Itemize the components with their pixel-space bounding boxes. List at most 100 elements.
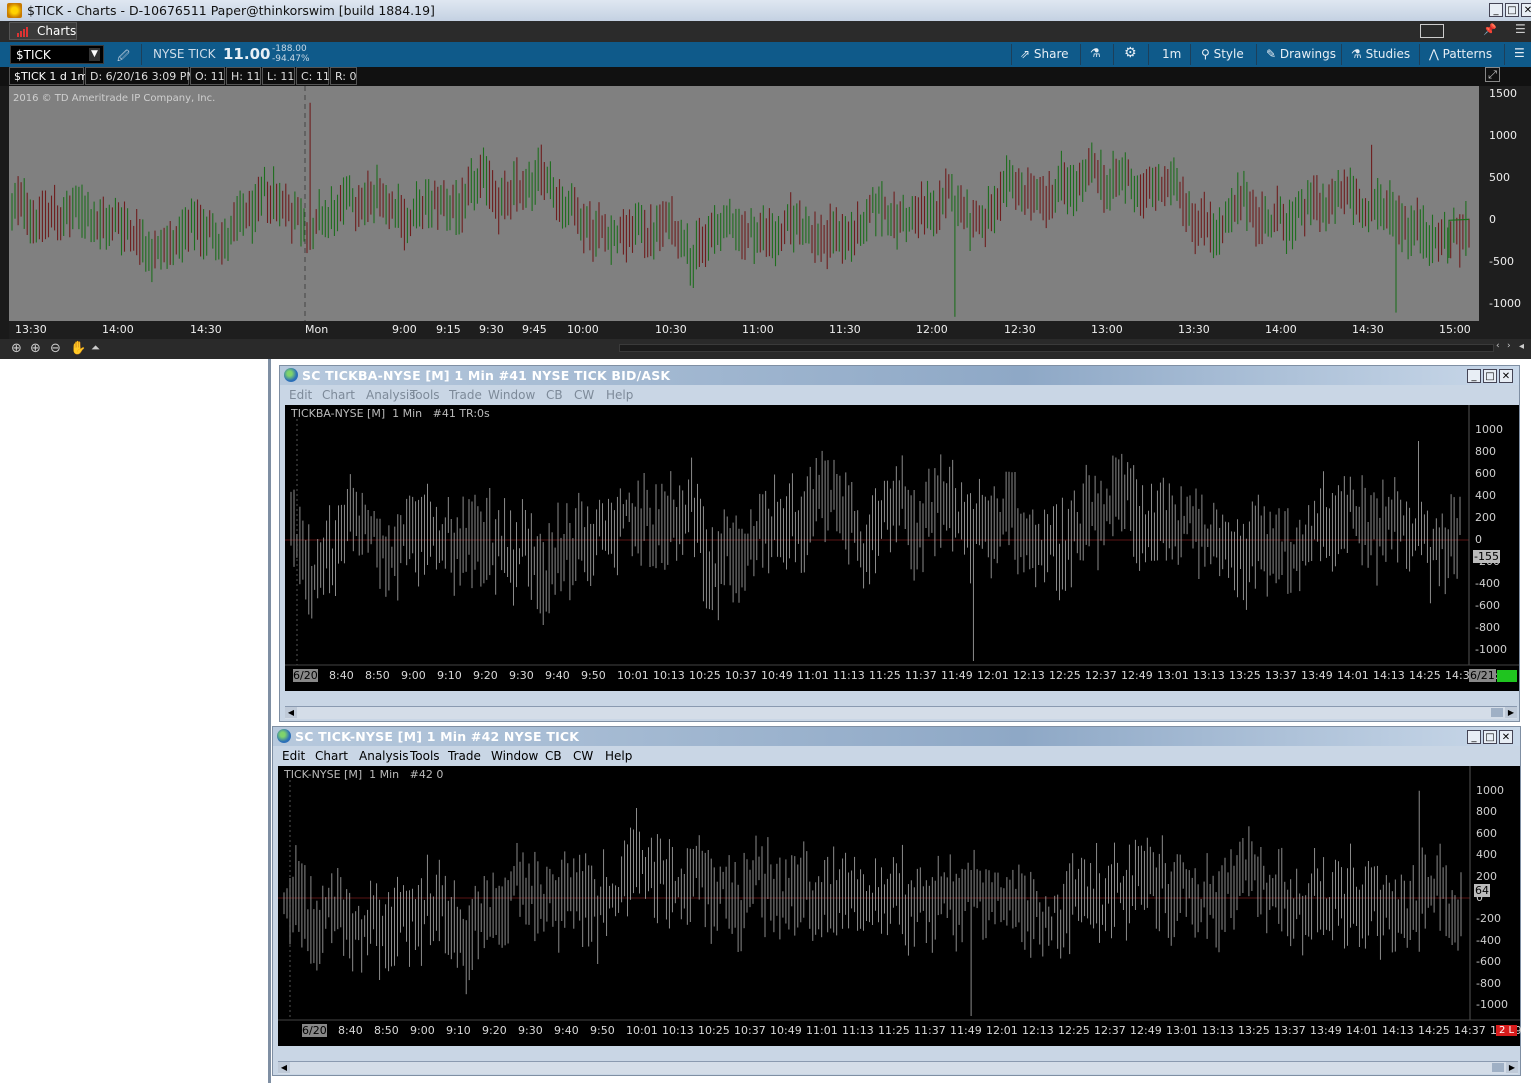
tab-charts[interactable]: Charts [9, 22, 77, 40]
menu-lines-icon[interactable]: ☰ [1514, 46, 1525, 60]
tick-chart-svg [278, 766, 1520, 1021]
divider [1080, 44, 1081, 65]
x-tick-label: 9:50 [590, 1024, 615, 1037]
flask-icon[interactable]: ⚗ [1090, 46, 1101, 60]
info-low: L: 11 [262, 67, 295, 85]
menu-item-tools[interactable]: Tools [410, 388, 440, 402]
menu-lines-icon[interactable]: ☰ [1515, 22, 1526, 36]
x-tick-label: 14:25 [1418, 1024, 1450, 1037]
menu-item-cw[interactable]: CW [574, 388, 594, 402]
maximize-button[interactable]: □ [1483, 369, 1497, 383]
info-close: C: 11 [296, 67, 330, 85]
x-tick-label: 11:01 [797, 669, 829, 682]
horizontal-scrollbar[interactable] [619, 344, 1494, 352]
menu-item-chart[interactable]: Chart [322, 388, 355, 402]
tickba-chart-plot[interactable]: TICKBA-NYSE [M] 1 Min #41 TR:0s 1000 800 6… [285, 405, 1519, 691]
tick-chart-plot[interactable]: 2016 © TD Ameritrade IP Company, Inc. [9, 86, 1479, 321]
patterns-button[interactable]: ⋀ Patterns [1429, 47, 1492, 61]
close-button[interactable]: ✕ [1499, 369, 1513, 383]
horizontal-scrollbar[interactable]: ◀ ▶ [278, 1061, 1518, 1074]
studies-button[interactable]: ⚗ Studies [1351, 47, 1410, 61]
menu-item-help[interactable]: Help [606, 388, 633, 402]
x-tick-label: 11:49 [950, 1024, 982, 1037]
tick-chart-svg [11, 86, 1470, 321]
x-tick-label: 11:37 [914, 1024, 946, 1037]
x-tick-label: 14:25 [1409, 669, 1441, 682]
x-tick-label: 13:13 [1202, 1024, 1234, 1037]
expand-icon[interactable]: ⏶ [91, 341, 100, 355]
menu-item-trade[interactable]: Trade [449, 388, 482, 402]
collapse-icon[interactable]: ◂ [1519, 341, 1524, 352]
menu-item-cw[interactable]: CW [573, 749, 593, 763]
x-tick-label: 9:50 [581, 669, 606, 682]
horizontal-scrollbar[interactable]: ◀ ▶ [285, 706, 1517, 719]
x-tick-label: 13:49 [1310, 1024, 1342, 1037]
x-tick-label: 9:40 [554, 1024, 579, 1037]
minimize-button[interactable]: _ [1467, 369, 1481, 383]
menu-item-trade[interactable]: Trade [448, 749, 481, 763]
tick-chart-plot[interactable]: TICK-NYSE [M] 1 Min #42 0 1000 800 600 400 2… [278, 766, 1522, 1046]
close-button[interactable]: ✕ [1521, 3, 1531, 17]
scroll-right-icon[interactable]: ▶ [1506, 1062, 1518, 1073]
autoscale-icon[interactable]: ⤢ [1485, 67, 1500, 82]
x-tick-label: 12:49 [1121, 669, 1153, 682]
y-tick-label: 0 [1475, 533, 1482, 546]
time-tick-label: 12:00 [916, 323, 948, 336]
scroll-right-icon[interactable]: › [1507, 341, 1511, 351]
maximize-button[interactable]: □ [1505, 3, 1519, 17]
x-tick-label: 10:37 [725, 669, 757, 682]
time-tick-label: 11:00 [742, 323, 774, 336]
symbol-input[interactable]: $TICK ▼ [10, 45, 104, 64]
maximize-button[interactable]: □ [1483, 730, 1497, 744]
layout-box-icon[interactable] [1420, 24, 1444, 38]
price-axis[interactable]: 1500 1000 500 0 -500 -1000 [1479, 86, 1531, 321]
close-button[interactable]: ✕ [1499, 730, 1513, 744]
tab-charts-label: Charts [37, 24, 77, 38]
x-tick-label: 12:37 [1085, 669, 1117, 682]
time-tick-label: 13:30 [1178, 323, 1210, 336]
style-button[interactable]: ⚲ Style [1201, 47, 1244, 61]
menu-item-tools[interactable]: Tools [410, 749, 440, 763]
menu-item-cb[interactable]: CB [545, 749, 562, 763]
menu-item-window[interactable]: Window [488, 388, 535, 402]
menu-item-chart[interactable]: Chart [315, 749, 348, 763]
net-change: -188.00 [272, 44, 307, 54]
time-tick-label: 9:45 [522, 323, 547, 336]
chevron-down-icon[interactable]: ▼ [89, 48, 100, 61]
scroll-right-icon[interactable]: ▶ [1505, 707, 1517, 718]
share-button[interactable]: ⇗ Share [1020, 47, 1069, 61]
menu-item-help[interactable]: Help [605, 749, 632, 763]
last-value-label: -155 [1473, 550, 1500, 564]
zoom-in-icon[interactable]: ⊕ [30, 341, 41, 356]
x-tick-label: 12:01 [977, 669, 1009, 682]
x-tick-label: 14:13 [1373, 669, 1405, 682]
drawings-button[interactable]: ✎ Drawings [1266, 47, 1336, 61]
menu-item-window[interactable]: Window [491, 749, 538, 763]
window-controls: _ □ ✕ [1489, 3, 1531, 17]
minimize-button[interactable]: _ [1467, 730, 1481, 744]
price-tick-label: -500 [1489, 255, 1514, 269]
menu-item-analysis[interactable]: Analysis [366, 388, 415, 402]
scroll-left-icon[interactable]: ‹ [1496, 341, 1500, 351]
link-icon[interactable]: 🖉 [117, 47, 130, 68]
scroll-thumb[interactable] [1491, 708, 1503, 717]
time-tick-label: 14:30 [1352, 323, 1384, 336]
gear-icon[interactable]: ⚙ [1124, 45, 1137, 61]
x-tick-label: 13:01 [1157, 669, 1189, 682]
menu-item-edit[interactable]: Edit [282, 749, 305, 763]
minimize-button[interactable]: _ [1489, 3, 1503, 17]
x-tick-label: 14:01 [1346, 1024, 1378, 1037]
scroll-left-icon[interactable]: ◀ [278, 1062, 290, 1073]
scroll-thumb[interactable] [1492, 1063, 1504, 1072]
scroll-left-icon[interactable]: ◀ [285, 707, 297, 718]
window-title: SC TICK-NYSE [M] 1 Min #42 NYSE TICK [295, 729, 580, 744]
x-tick-label: 14:13 [1382, 1024, 1414, 1037]
timeframe-button[interactable]: 1m [1162, 47, 1181, 61]
pin-icon[interactable]: 📌 [1483, 23, 1497, 36]
pan-hand-icon[interactable]: ✋ [70, 341, 86, 356]
menu-item-edit[interactable]: Edit [289, 388, 312, 402]
zoom-out-icon[interactable]: ⊖ [50, 341, 61, 356]
menu-item-cb[interactable]: CB [546, 388, 563, 402]
menu-item-analysis[interactable]: Analysis [359, 749, 408, 763]
crosshair-icon[interactable]: ⊕ [11, 341, 22, 356]
